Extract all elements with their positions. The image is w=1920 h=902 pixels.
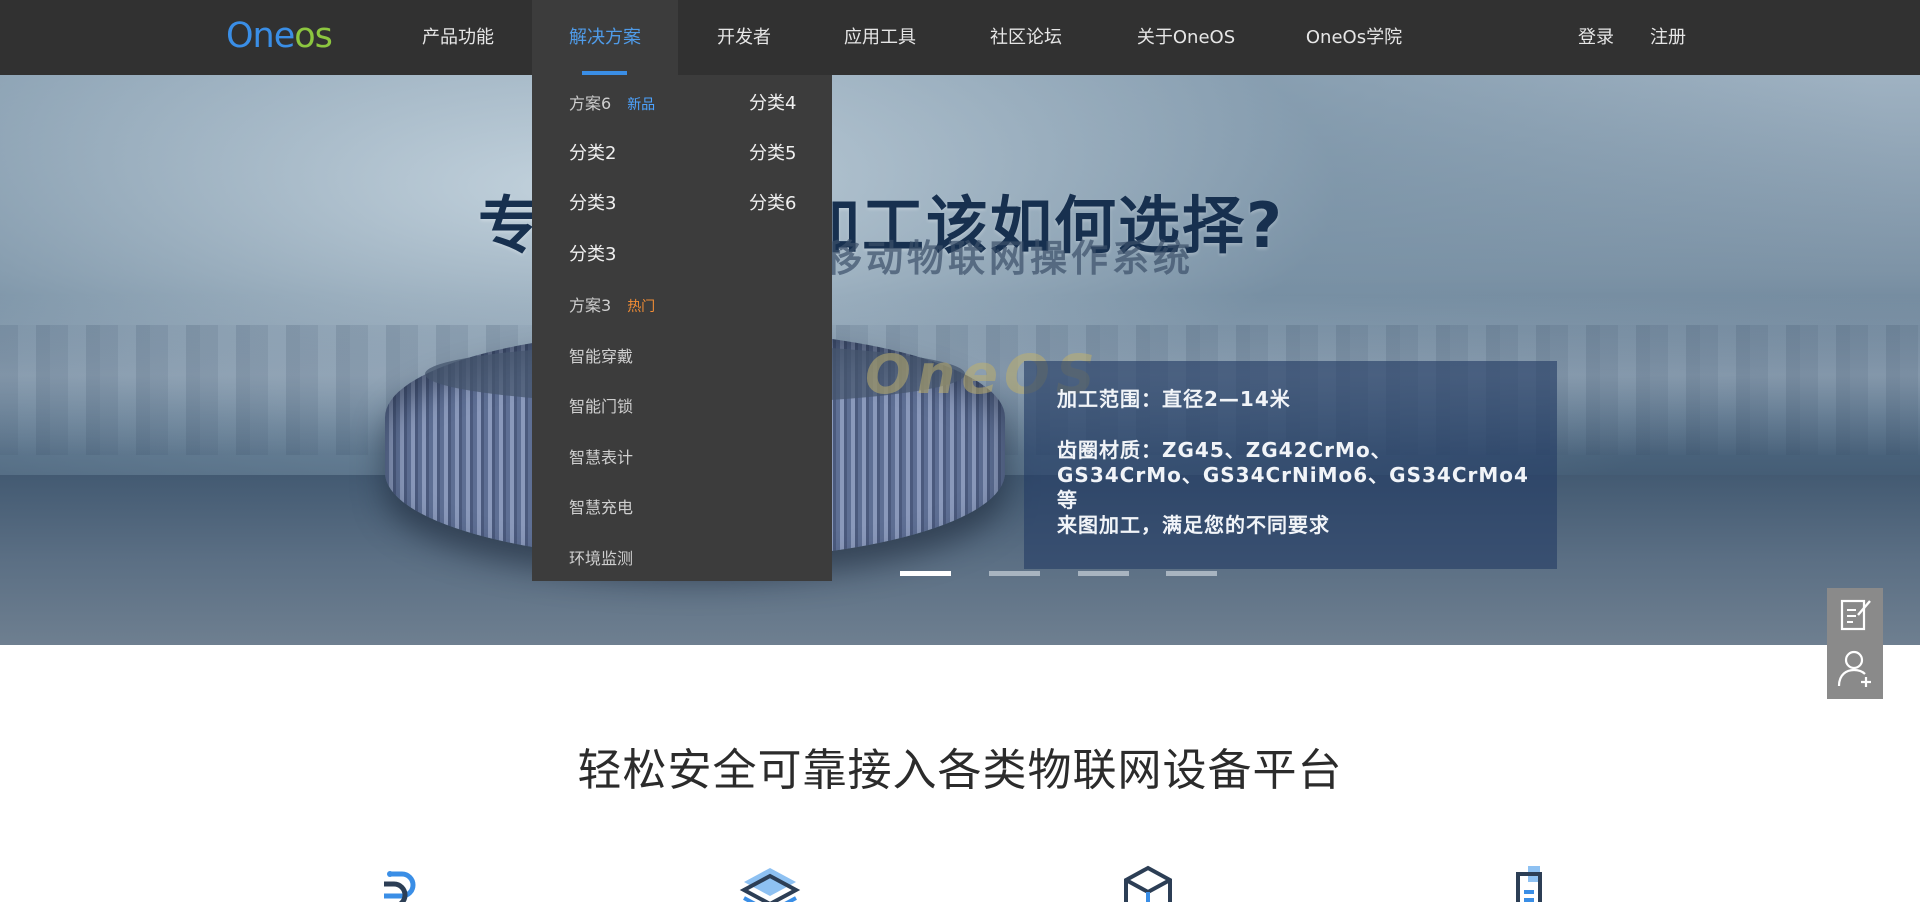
nav-item-about[interactable]: 关于OneOS <box>1124 0 1248 75</box>
carousel-dot[interactable] <box>1078 571 1129 576</box>
carousel-dot-active[interactable] <box>900 571 951 576</box>
edit-form-icon <box>1840 599 1871 631</box>
dropdown-item-wearables[interactable]: 智能穿戴 <box>569 343 633 367</box>
dropdown-item-solution3[interactable]: 方案3 热门 <box>569 292 655 316</box>
dropdown-item-category4[interactable]: 分类4 <box>749 89 796 115</box>
section-title: 轻松安全可靠接入各类物联网设备平台 <box>577 745 1343 796</box>
info-line-material: 齿圈材质：ZG45、ZG42CrMo、GS34CrMo、GS34CrNiMo6、… <box>1057 438 1529 512</box>
dropdown-item-env-monitoring[interactable]: 环境监测 <box>569 545 633 569</box>
floating-sidebar <box>1827 588 1883 699</box>
dropdown-item-category6[interactable]: 分类6 <box>749 189 796 215</box>
dropdown-item-category3b[interactable]: 分类3 <box>569 240 616 266</box>
dropdown-item-smart-lock[interactable]: 智能门锁 <box>569 393 633 417</box>
carousel-dot[interactable] <box>1166 571 1217 576</box>
dropdown-item-category5[interactable]: 分类5 <box>749 139 796 165</box>
nav-item-developers[interactable]: 开发者 <box>700 0 788 75</box>
nav-item-solutions-label: 解决方案 <box>569 27 641 48</box>
info-line-range: 加工范围：直径2—14米 <box>1057 387 1291 411</box>
dropdown-item-category2[interactable]: 分类2 <box>569 139 616 165</box>
nav-item-solutions[interactable]: 解决方案 <box>532 0 678 75</box>
nav-item-academy[interactable]: OneOs学院 <box>1302 0 1406 75</box>
link-icon <box>350 864 430 902</box>
register-user-button[interactable] <box>1827 643 1883 698</box>
layers-icon <box>730 864 810 902</box>
battery-icon <box>1488 864 1568 902</box>
add-user-icon <box>1837 650 1871 687</box>
logo-text-one: One <box>226 16 295 56</box>
dropdown-item-label: 方案3 <box>569 296 612 315</box>
hot-badge: 热门 <box>627 299 656 315</box>
nav-item-community[interactable]: 社区论坛 <box>978 0 1074 75</box>
dropdown-item-label: 方案6 <box>569 94 612 113</box>
new-badge: 新品 <box>627 97 656 113</box>
dropdown-item-solution6[interactable]: 方案6 新品 <box>569 90 655 114</box>
solutions-dropdown-menu: 方案6 新品 分类2 分类3 分类3 方案3 热门 智能穿戴 智能门锁 智慧表计 智… <box>532 75 832 581</box>
login-link[interactable]: 登录 <box>1578 0 1614 75</box>
dropdown-item-category3[interactable]: 分类3 <box>569 189 616 215</box>
info-line-custom: 来图加工，满足您的不同要求 <box>1057 513 1330 537</box>
hero-banner[interactable]: 专业大齿圈加工该如何选择? 移动物联网操作系统 OneOS 加工范围：直径2—1… <box>0 75 1920 645</box>
dropdown-item-smart-charging[interactable]: 智慧充电 <box>569 494 633 518</box>
carousel-dot[interactable] <box>989 571 1040 576</box>
carousel-indicators <box>0 571 1920 577</box>
hero-subtitle: 移动物联网操作系统 <box>825 237 1194 280</box>
cube-icon <box>1108 864 1188 902</box>
register-link[interactable]: 注册 <box>1650 0 1686 75</box>
feedback-button[interactable] <box>1827 588 1883 643</box>
nav-item-products[interactable]: 产品功能 <box>402 0 514 75</box>
nav-item-app-tools[interactable]: 应用工具 <box>832 0 928 75</box>
logo-text-os: os <box>294 16 333 56</box>
dropdown-item-smart-meter[interactable]: 智慧表计 <box>569 444 633 468</box>
hero-info-box: 加工范围：直径2—14米 齿圈材质：ZG45、ZG42CrMo、GS34CrMo… <box>1024 361 1557 569</box>
top-nav-bar: Oneos 产品功能 解决方案 开发者 应用工具 社区论坛 关于OneOS On… <box>0 0 1920 75</box>
oneos-logo[interactable]: Oneos <box>226 14 333 58</box>
